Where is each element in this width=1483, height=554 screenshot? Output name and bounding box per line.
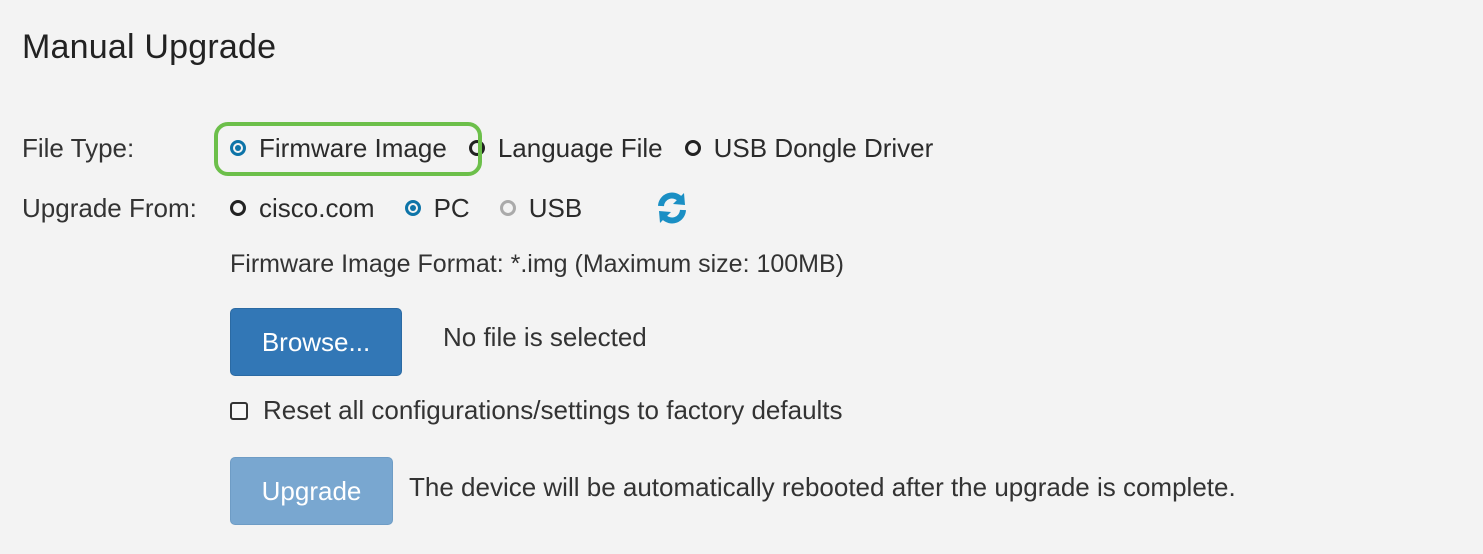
file-type-radio-group: Firmware Image Language File USB Dongle … (230, 128, 933, 168)
radio-checked-icon (230, 140, 246, 156)
radio-label: PC (433, 192, 470, 223)
file-status: No file is selected (443, 322, 647, 352)
radio-disabled-icon (499, 200, 516, 216)
page-title: Manual Upgrade (22, 28, 277, 66)
upgrade-button[interactable]: Upgrade (230, 457, 393, 525)
radio-label: USB (528, 192, 583, 223)
radio-usb-dongle-driver[interactable]: USB Dongle Driver (684, 132, 934, 164)
radio-language-file[interactable]: Language File (468, 132, 663, 164)
upgrade-note: The device will be automatically reboote… (409, 472, 1236, 502)
upgrade-from-label: Upgrade From: (22, 192, 197, 223)
upgrade-from-row: Upgrade From: (22, 188, 197, 228)
radio-label: USB Dongle Driver (713, 132, 934, 163)
radio-pc[interactable]: PC (404, 192, 470, 224)
file-type-label: File Type: (22, 132, 135, 163)
format-info: Firmware Image Format: *.img (Maximum si… (230, 250, 845, 278)
radio-cisco-com[interactable]: cisco.com (230, 193, 375, 224)
upgrade-from-radio-group: cisco.com PC USB (230, 188, 582, 228)
radio-checked-icon (404, 200, 421, 216)
radio-label: Language File (497, 132, 663, 163)
radio-label: Firmware Image (259, 132, 447, 163)
radio-unchecked-icon (684, 140, 701, 156)
radio-firmware-image[interactable]: Firmware Image (230, 133, 447, 164)
reset-checkbox[interactable] (230, 401, 248, 420)
refresh-button[interactable] (652, 188, 692, 228)
file-type-row: File Type: (22, 128, 134, 168)
radio-label: cisco.com (259, 192, 375, 223)
radio-unchecked-icon (468, 140, 485, 156)
radio-unchecked-icon (230, 200, 246, 216)
reset-factory-defaults-option[interactable]: Reset all configurations/settings to fac… (230, 395, 843, 426)
browse-button[interactable]: Browse... (230, 308, 402, 376)
reset-label: Reset all configurations/settings to fac… (263, 395, 843, 425)
refresh-icon (658, 192, 686, 224)
radio-usb[interactable]: USB (499, 192, 583, 224)
